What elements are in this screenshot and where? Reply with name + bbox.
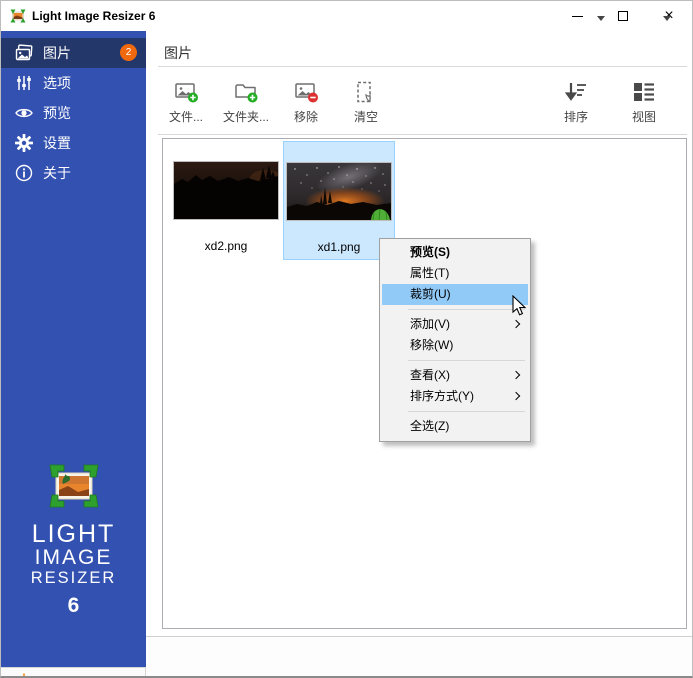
thumbnail-xd1 — [286, 162, 392, 221]
menu-item-sort-by[interactable]: 排序方式(Y) — [382, 386, 528, 407]
sidebar-item-label: 关于 — [43, 163, 71, 183]
mouse-cursor — [512, 295, 528, 317]
sidebar: 图片 2 选项 预览 — [1, 31, 146, 678]
add-folder-icon — [233, 79, 259, 105]
file-tile-xd2[interactable]: xd2.png — [170, 141, 282, 260]
lightbulb-icon — [9, 672, 39, 678]
menu-item-remove[interactable]: 移除(W) — [382, 335, 528, 356]
logo-text-resizer: RESIZER — [1, 569, 146, 588]
app-logo-icon — [10, 8, 26, 24]
toolbar-button-label: 文件... — [169, 108, 203, 125]
thumbnail-xd2 — [173, 161, 279, 220]
menu-item-label: 查看(X) — [410, 368, 450, 382]
submenu-arrow-icon — [512, 392, 520, 400]
eye-icon — [14, 103, 34, 123]
window-controls: × — [554, 1, 692, 31]
sidebar-item-options[interactable]: 选项 — [1, 68, 146, 98]
maximize-icon — [618, 11, 628, 21]
toolbar-button-label: 排序 — [564, 108, 588, 125]
menu-item-select-all[interactable]: 全选(Z) — [382, 416, 528, 437]
sort-button[interactable]: 排序 — [550, 79, 602, 125]
photos-icon — [14, 43, 34, 63]
sidebar-item-about[interactable]: 关于 — [1, 158, 146, 188]
menu-item-label: 排序方式(Y) — [410, 389, 474, 403]
sidebar-item-images[interactable]: 图片 2 — [1, 38, 146, 68]
file-name: xd1.png — [318, 240, 361, 254]
logo-text-image: IMAGE — [1, 547, 146, 569]
obviousidea-brand[interactable]: Obviousidea! — [1, 667, 146, 678]
submenu-arrow-icon — [512, 371, 520, 379]
sidebar-item-label: 图片 — [43, 43, 71, 63]
header-divider — [158, 66, 687, 67]
minimize-button[interactable] — [554, 1, 600, 31]
maximize-button[interactable] — [600, 1, 646, 31]
info-icon — [14, 163, 34, 183]
sort-dropdown-caret[interactable] — [597, 16, 605, 21]
add-folder-button[interactable]: 文件夹... — [222, 79, 270, 125]
sliders-icon — [14, 73, 34, 93]
view-icon — [631, 79, 657, 105]
logo-text-version: 6 — [1, 594, 146, 618]
menu-separator — [408, 360, 525, 361]
app-window: Light Image Resizer 6 × 图片 2 — [0, 0, 693, 678]
add-image-file-icon — [173, 79, 199, 105]
page-title: 图片 — [164, 43, 192, 63]
toolbar-button-label: 移除 — [294, 108, 318, 125]
menu-item-label: 添加(V) — [410, 317, 450, 331]
sidebar-item-label: 设置 — [43, 133, 71, 153]
logo-text-light: LIGHT — [1, 522, 146, 547]
sidebar-item-preview[interactable]: 预览 — [1, 98, 146, 128]
footer-bar: 下一步 > — [146, 637, 693, 677]
toolbar-button-label: 文件夹... — [223, 108, 269, 125]
remove-button[interactable]: 移除 — [282, 79, 330, 125]
app-logo-image — [48, 463, 100, 509]
sidebar-item-label: 预览 — [43, 103, 71, 123]
file-name: xd2.png — [205, 239, 248, 253]
titlebar: Light Image Resizer 6 × — [1, 1, 692, 31]
clear-list-icon — [353, 79, 379, 105]
menu-separator — [408, 411, 525, 412]
menu-item-crop[interactable]: 裁剪(U) — [382, 284, 528, 305]
remove-image-icon — [293, 79, 319, 105]
add-files-button[interactable]: 文件... — [162, 79, 210, 125]
toolbar-divider — [158, 134, 687, 135]
menu-item-view[interactable]: 查看(X) — [382, 365, 528, 386]
toolbar-button-label: 清空 — [354, 108, 378, 125]
clear-button[interactable]: 清空 — [342, 79, 390, 125]
toolbar-button-label: 视图 — [632, 108, 656, 125]
view-button[interactable]: 视图 — [618, 79, 670, 125]
toolbar-left: 文件... 文件夹... 移除 清空 — [162, 79, 390, 125]
submenu-arrow-icon — [512, 320, 520, 328]
minimize-icon — [572, 16, 583, 17]
context-menu: 预览(S) 属性(T) 裁剪(U) 添加(V) 移除(W) 查看(X) 排序方式… — [379, 238, 531, 442]
view-dropdown-caret[interactable] — [663, 16, 671, 21]
menu-item-preview[interactable]: 预览(S) — [382, 242, 528, 263]
image-count-badge: 2 — [120, 44, 137, 61]
menu-separator — [408, 309, 525, 310]
sort-icon — [563, 79, 589, 105]
sidebar-item-label: 选项 — [43, 73, 71, 93]
sidebar-item-settings[interactable]: 设置 — [1, 128, 146, 158]
window-title: Light Image Resizer 6 — [32, 9, 155, 23]
app-logo-block: LIGHT IMAGE RESIZER 6 — [1, 463, 146, 618]
menu-item-add[interactable]: 添加(V) — [382, 314, 528, 335]
gear-icon — [14, 133, 34, 153]
menu-item-properties[interactable]: 属性(T) — [382, 263, 528, 284]
